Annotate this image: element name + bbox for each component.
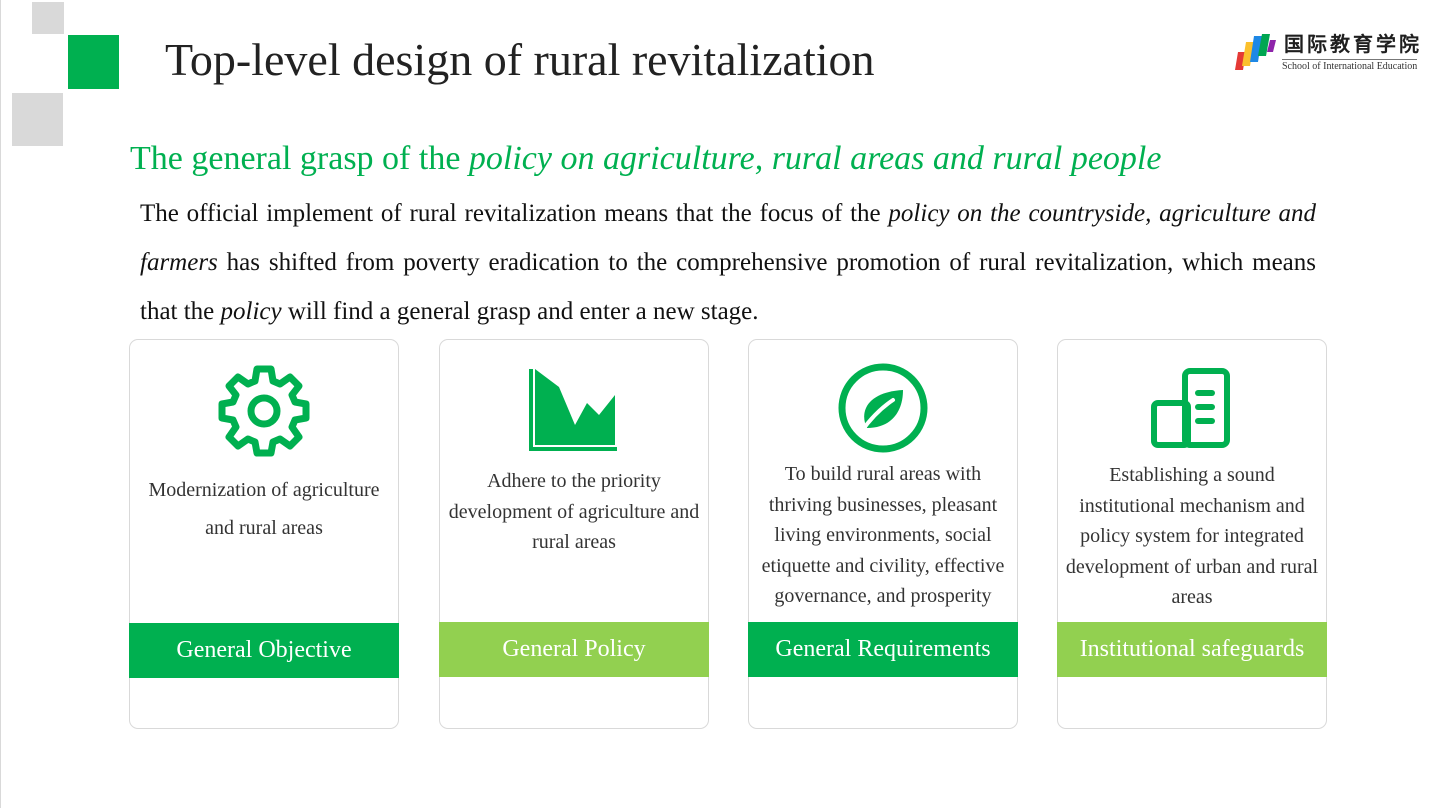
school-logo-mark-icon [1235, 34, 1276, 70]
card-label: Institutional safeguards [1057, 622, 1327, 677]
gear-icon [218, 365, 310, 457]
card-description: Modernization of agriculture and rural a… [148, 479, 380, 539]
para-italic-2: policy [220, 298, 282, 325]
buildings-icon [1151, 368, 1230, 448]
subtitle-italic: policy on agriculture, rural areas and r… [468, 140, 1162, 177]
card-label: General Policy [439, 622, 709, 677]
card-description: To build rural areas with thriving busin… [761, 463, 1005, 607]
card-label: General Objective [129, 623, 399, 678]
school-logo-chinese: 国际教育学院 [1284, 32, 1422, 56]
slide-left-edge [0, 0, 1, 808]
card-general-objective: Modernization of agriculture and rural a… [129, 339, 399, 729]
card-general-policy: Adhere to the priority development of ag… [439, 339, 709, 729]
decor-square-gray-large [12, 93, 63, 146]
card-institutional-safeguards: Establishing a sound institutional mecha… [1057, 339, 1327, 729]
card-description: Adhere to the priority development of ag… [448, 470, 700, 553]
school-logo-english: School of International Education [1282, 59, 1418, 72]
decor-square-green [68, 35, 119, 89]
slide-title: Top-level design of rural revitalization [165, 34, 875, 85]
card-label: General Requirements [748, 622, 1018, 677]
card-description: Establishing a sound institutional mecha… [1065, 464, 1319, 608]
decor-square-gray-small [32, 2, 64, 34]
section-subtitle: The general grasp of the policy on agric… [130, 138, 1161, 180]
subtitle-plain: The general grasp of the [130, 140, 469, 177]
card-general-requirements: To build rural areas with thriving busin… [748, 339, 1018, 729]
school-logo: 国际教育学院 School of International Education [1232, 32, 1427, 74]
para-part-3: will find a general grasp and enter a ne… [281, 298, 759, 325]
intro-paragraph: The official implement of rural revitali… [140, 189, 1316, 336]
area-chart-icon [529, 369, 617, 451]
para-part-1: The official implement of rural revitali… [140, 200, 889, 227]
leaf-icon [838, 363, 928, 453]
